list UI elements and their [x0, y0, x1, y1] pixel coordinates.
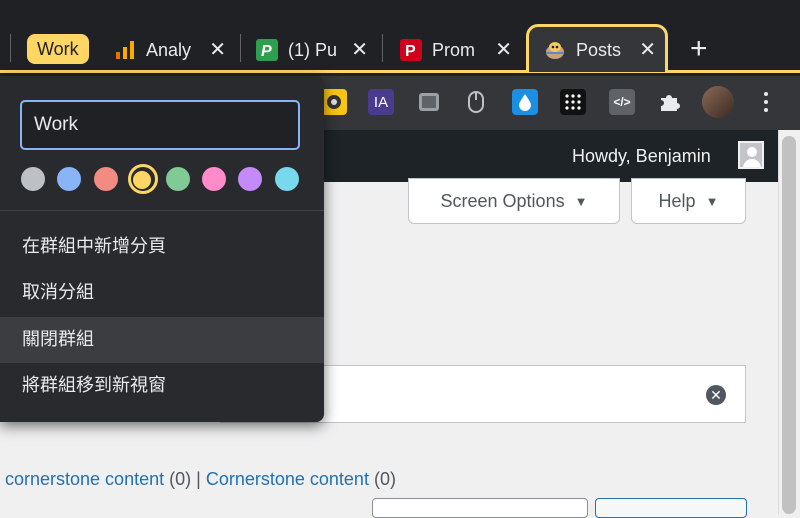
tab-prom[interactable]: P Prom ✕	[400, 30, 512, 70]
help-label: Help	[658, 190, 696, 211]
apply-button[interactable]	[595, 498, 747, 518]
post-filter-links: cornerstone content (0) | Cornerstone co…	[5, 469, 396, 490]
close-icon[interactable]: ✕	[351, 39, 368, 61]
menu-move-group-new-window[interactable]: 將群組移到新視窗	[0, 363, 324, 409]
tab-separator	[240, 34, 241, 62]
tab-title: Analy	[146, 39, 192, 60]
p-red-icon: P	[400, 39, 422, 61]
filter-link-no-cornerstone[interactable]: cornerstone content	[5, 469, 164, 489]
color-swatch-blue[interactable]	[57, 167, 81, 191]
color-swatch-green[interactable]	[166, 167, 190, 191]
color-swatch-pink[interactable]	[202, 167, 226, 191]
puzzle-extensions-icon[interactable]	[656, 89, 682, 115]
tab-group-chip[interactable]: Work	[27, 34, 89, 64]
tab-pu[interactable]: P (1) Pu ✕	[256, 30, 368, 70]
bulk-action-select[interactable]	[372, 498, 588, 518]
user-avatar-icon[interactable]	[738, 141, 764, 169]
new-tab-button[interactable]: +	[690, 34, 708, 64]
color-swatch-cyan[interactable]	[275, 167, 299, 191]
popup-divider	[0, 210, 324, 211]
tab-group-underline	[0, 70, 800, 73]
howdy-greeting[interactable]: Howdy, Benjamin	[572, 146, 711, 167]
help-button[interactable]: Help ▼	[631, 178, 746, 224]
window-extension-icon[interactable]	[416, 89, 442, 115]
filter-link-cornerstone[interactable]: Cornerstone content	[206, 469, 369, 489]
color-swatch-red[interactable]	[94, 167, 118, 191]
p-green-icon: P	[256, 39, 278, 61]
tab-title: Prom	[432, 39, 476, 60]
group-name-input[interactable]	[20, 100, 300, 150]
screen-options-label: Screen Options	[440, 190, 565, 211]
tab-separator	[10, 34, 11, 62]
chrome-menu-icon[interactable]	[758, 86, 774, 118]
close-icon[interactable]: ✕	[209, 39, 226, 61]
dismiss-notice-icon[interactable]: ✕	[706, 385, 726, 405]
close-icon[interactable]: ✕	[495, 39, 512, 61]
svg-text:P: P	[261, 43, 272, 60]
menu-close-group[interactable]: 關閉群組	[0, 317, 324, 363]
analytics-icon	[114, 39, 136, 61]
color-swatch-yellow[interactable]	[133, 171, 151, 189]
screen-options-button[interactable]: Screen Options ▼	[408, 178, 620, 224]
tab-posts[interactable]: Posts ✕	[544, 30, 656, 70]
tab-title: (1) Pu	[288, 39, 338, 60]
tab-title: Posts	[576, 39, 622, 60]
tracker-extension-icon[interactable]	[321, 89, 347, 115]
caret-down-icon: ▼	[705, 193, 719, 209]
mouse-extension-icon[interactable]	[463, 89, 489, 115]
scrollbar-thumb[interactable]	[782, 136, 796, 514]
color-swatch-grey[interactable]	[21, 167, 45, 191]
menu-ungroup[interactable]: 取消分組	[0, 270, 324, 316]
tab-analytics[interactable]: Analy ✕	[114, 30, 226, 70]
menu-add-tab-to-group[interactable]: 在群組中新增分頁	[0, 224, 324, 270]
tab-separator	[382, 34, 383, 62]
filter-count: (0)	[373, 469, 396, 489]
svg-text:P: P	[405, 43, 416, 60]
code-extension-icon[interactable]: </>	[609, 89, 635, 115]
caret-down-icon: ▼	[574, 193, 588, 209]
color-swatch-purple[interactable]	[238, 167, 262, 191]
close-icon[interactable]: ✕	[639, 39, 656, 61]
filter-separator: |	[196, 469, 201, 489]
grid-extension-icon[interactable]	[560, 89, 586, 115]
drop-extension-icon[interactable]	[512, 89, 538, 115]
profile-avatar[interactable]	[702, 86, 734, 118]
bird-icon	[544, 39, 566, 61]
ia-extension-icon[interactable]: IA	[368, 89, 394, 115]
filter-count: (0)	[169, 469, 192, 489]
